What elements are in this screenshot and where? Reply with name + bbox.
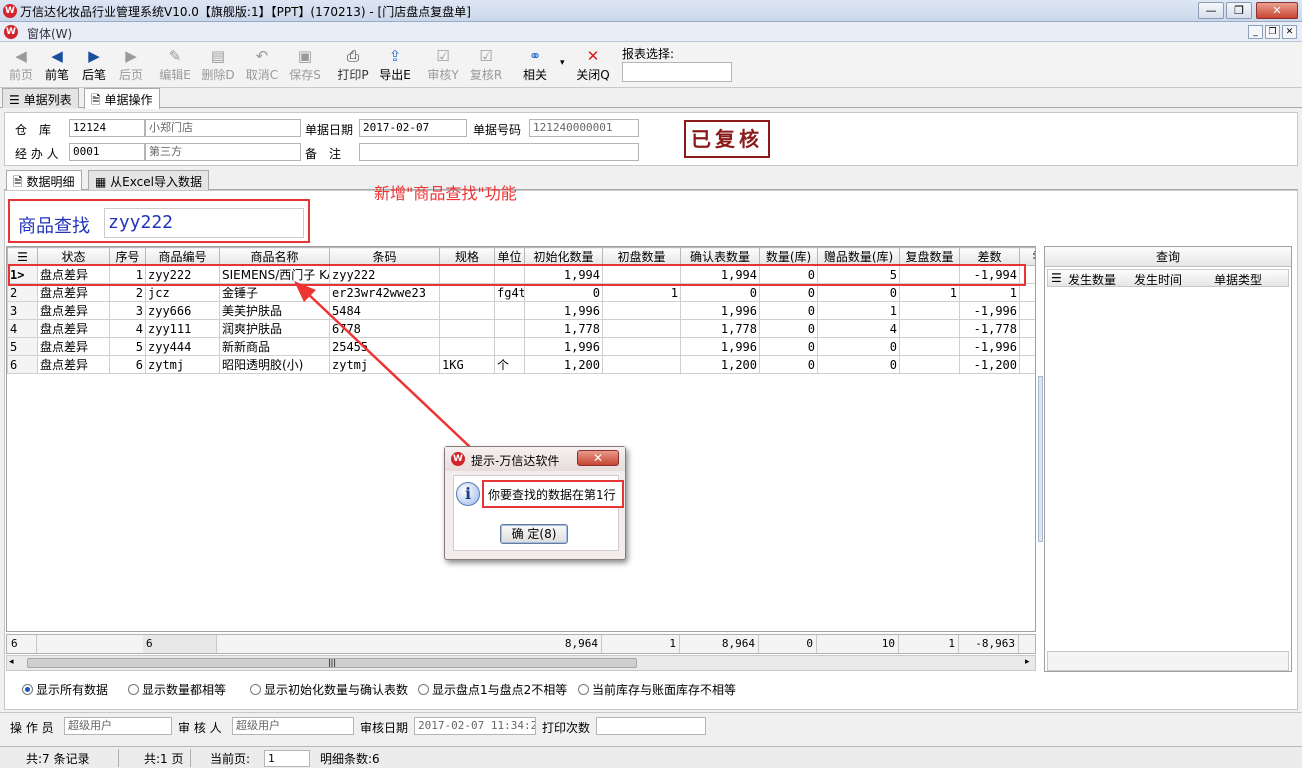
dialog-message: 你要查找的数据在第1行 [488, 488, 616, 502]
message-highlight-box: 你要查找的数据在第1行 [482, 480, 624, 508]
dialog-title-bar: W 提示-万信达软件 ✕ [445, 447, 625, 471]
arrow-line [305, 291, 471, 448]
ok-button[interactable]: 确 定(8) [500, 524, 568, 544]
info-icon: i [456, 482, 480, 506]
dialog-logo-icon: W [451, 452, 465, 466]
annotation-arrow [294, 281, 471, 448]
dialog-close-button[interactable]: ✕ [577, 450, 619, 466]
dialog-title: 提示-万信达软件 [471, 454, 560, 468]
